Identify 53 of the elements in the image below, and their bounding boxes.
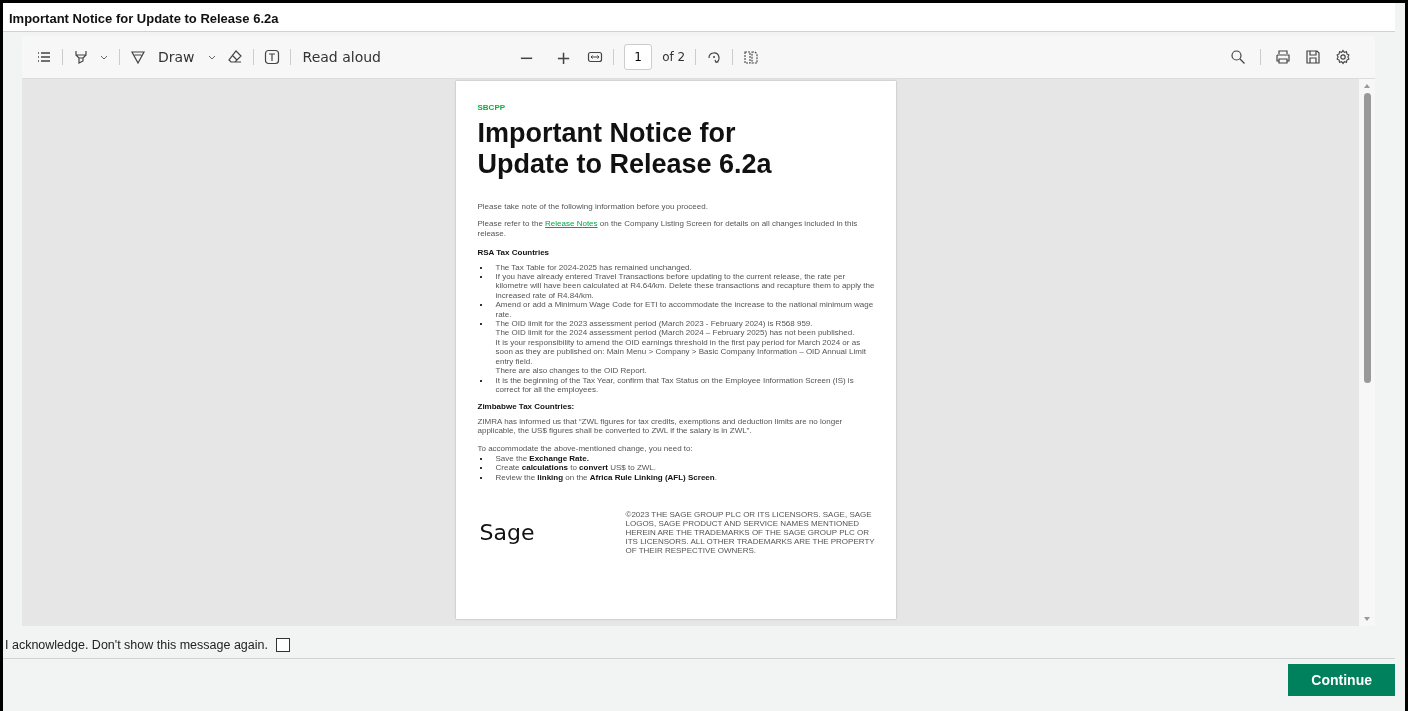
- bullet-icon: [479, 323, 482, 326]
- bullet-icon: [479, 457, 482, 460]
- list-item-text: There are also changes to the OID Report.: [495, 366, 648, 376]
- list-item-text: The Tax Table for 2024-2025 has remained unchanged.: [495, 262, 693, 273]
- list-item-text: Save the Exchange Rate.: [495, 453, 590, 464]
- legal-notice: ©2023 THE SAGE GROUP PLC OR ITS LICENSORS. SAGE, SAGE LOGOS, SAGE PRODUCT AND SERVICE NAMES MENTIONED HEREIN ARE THE TRADEMARKS OF THE SAGE GROUP PLC OR ITS LICENSORS. ALL OTHER TRADEMARKS ARE THE PROPERTY OF THEIR RESPECTIVE OWNERS.: [625, 510, 876, 556]
- list-item-text: It is the beginning of the Tax Year, confirm that Tax Status on the Employee Information Screen (IS) is correct for all the employees.: [495, 375, 855, 395]
- list-icon[interactable]: [36, 49, 52, 65]
- pen-icon[interactable]: [130, 49, 146, 65]
- paragraph: To accommodate the above-mentioned change, you need to:: [477, 443, 694, 453]
- page-count: of 2: [662, 50, 686, 64]
- draw-button[interactable]: Draw: [156, 49, 197, 65]
- list-item-text: Review the linking on the Africa Rule Linking (AFL) Screen.: [495, 472, 718, 483]
- paragraph: Please take note of the following information before you proceed.: [477, 202, 709, 212]
- document-heading: Important Notice for Update to Release 6.2a: [477, 118, 773, 180]
- list-item-text: It is your responsibility to amend the OID earnings threshold in the first pay period for March 2024 or as soon as they are published on: Main Menu > Company > Basic Company Information – OID Annual Limit entry field.: [495, 337, 867, 367]
- scrollbar-thumb[interactable]: [1363, 93, 1371, 383]
- list-item-text: The OID limit for the 2023 assessment period (March 2023 - February 2024) is R568 959.: [495, 319, 814, 329]
- list-item-text: Create calculations to convert US$ to ZWL.: [495, 463, 658, 473]
- text-box-icon[interactable]: [263, 49, 280, 65]
- settings-icon[interactable]: [1335, 49, 1351, 65]
- bullet-icon: [479, 476, 482, 479]
- list-item-text: If you have already entered Travel Transactions before updating to the current release, the rate per kilometre will have been calculated at R4.64/km. Delete these transactions and recapture them to apply the increased rate of R4.84/km.: [495, 272, 876, 301]
- save-icon[interactable]: [1305, 49, 1321, 65]
- bullet-icon: [479, 379, 482, 382]
- section-heading: RSA Tax Countries: [477, 248, 551, 258]
- bullet-icon: [479, 276, 482, 279]
- brand-label: SBCPP: [477, 103, 507, 112]
- acknowledge-checkbox[interactable]: [275, 638, 290, 652]
- page-number-field[interactable]: 1: [624, 44, 653, 70]
- bullet-icon: [479, 266, 482, 269]
- zoom-out-button[interactable]: −: [513, 46, 541, 68]
- bullet-icon: [479, 467, 482, 470]
- list-item-text: The OID limit for the 2024 assessment period (March 2024 – February 2025) has not been published.: [495, 328, 856, 338]
- fit-width-icon[interactable]: [587, 49, 604, 65]
- eraser-icon[interactable]: [226, 49, 243, 65]
- highlighter-icon[interactable]: [73, 49, 89, 65]
- read-aloud-button[interactable]: Read aloud: [300, 49, 383, 65]
- scrollbar[interactable]: [1359, 79, 1375, 626]
- list-item-text: Amend or add a Minimum Wage Code for ETI to accommodate the increase to the national minimum wage rate.: [495, 300, 875, 320]
- zoom-in-button[interactable]: +: [550, 46, 578, 68]
- paragraph: Please refer to the Release Notes on the Company Listing Screen for details on all changes included in this release.: [477, 219, 859, 239]
- section-heading: Zimbabwe Tax Countries:: [477, 402, 576, 412]
- search-icon[interactable]: [1230, 49, 1246, 65]
- continue-button[interactable]: Continue: [1288, 664, 1395, 696]
- window-title: Important Notice for Update to Release 6.2a: [3, 3, 1395, 32]
- page-view-icon[interactable]: [743, 49, 760, 65]
- rotate-icon[interactable]: [706, 49, 723, 65]
- acknowledge-label: I acknowledge. Don't show this message again.: [5, 638, 268, 652]
- logo: Sage: [478, 518, 536, 547]
- paragraph: ZIMRA has informed us that “ZWL figures for tax credits, exemptions and deduction limits are no longer applicable, the US$ figures shall be converted to ZWL if the salary is in ZWL”.: [477, 416, 844, 436]
- print-icon[interactable]: [1275, 49, 1291, 65]
- bullet-icon: [479, 304, 482, 307]
